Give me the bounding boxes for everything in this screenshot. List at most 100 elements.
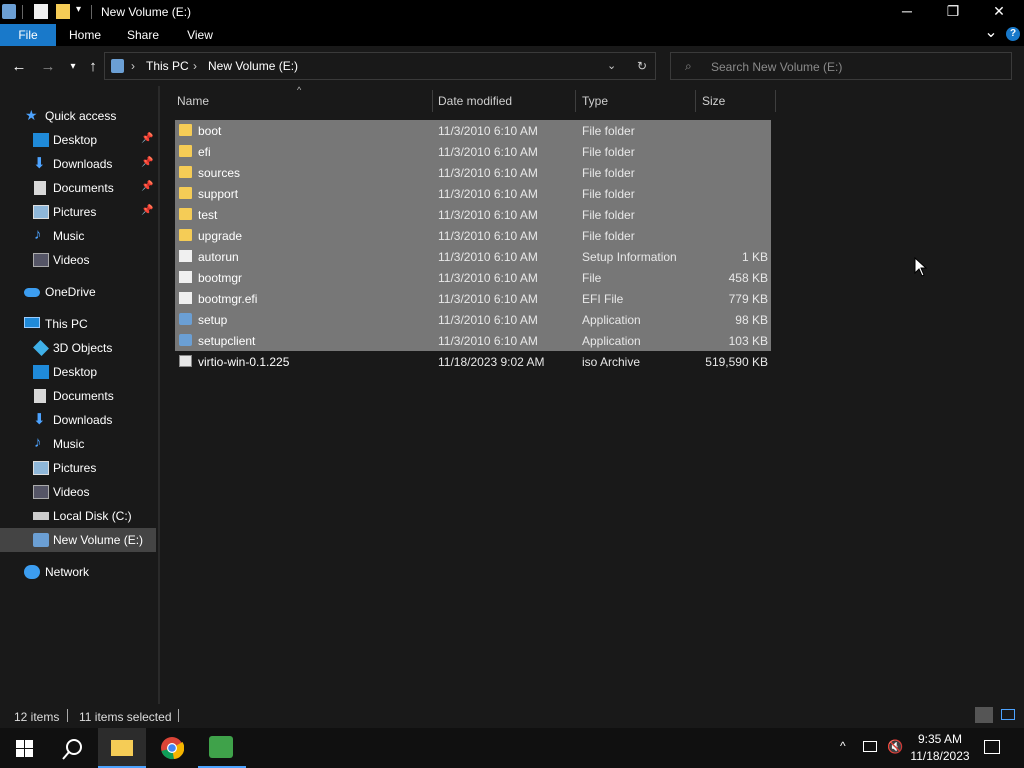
nav-label: Music [53, 437, 85, 451]
file-type: Application [582, 313, 641, 327]
file-row[interactable]: bootmgr.efi 11/3/2010 6:10 AM EFI File 779 … [175, 288, 771, 309]
help-icon[interactable]: ? [1006, 27, 1020, 41]
search-input[interactable]: Search New Volume (E:) [711, 60, 842, 74]
taskbar-file-explorer[interactable] [98, 728, 146, 768]
file-date-modified: 11/3/2010 6:10 AM [438, 166, 538, 180]
nav-quick-videos[interactable]: Videos [0, 248, 156, 272]
nav-network[interactable]: Network [0, 560, 156, 584]
tab-share[interactable]: Share [120, 24, 166, 46]
nav-pc-desktop[interactable]: Desktop [0, 360, 156, 384]
new-folder-icon[interactable] [56, 4, 70, 19]
nav-label: Music [53, 229, 85, 243]
clock-time[interactable]: 9:35 AM [916, 732, 964, 746]
nav-pc-documents[interactable]: Documents [0, 384, 156, 408]
file-date-modified: 11/3/2010 6:10 AM [438, 292, 538, 306]
file-icon [179, 271, 192, 283]
tab-file[interactable]: File [0, 24, 56, 46]
nav-label: Desktop [53, 365, 98, 379]
refresh-icon[interactable]: ↻ [637, 59, 647, 73]
nav-quick-pictures[interactable]: Pictures 📌 [0, 200, 156, 224]
address-dropdown-icon[interactable]: ⌄ [607, 59, 616, 72]
close-button[interactable]: ✕ [976, 0, 1022, 24]
column-header-type[interactable]: Type [582, 94, 608, 110]
ribbon-tabs: File Home Share View ⌄ ? [0, 24, 1024, 46]
customize-toolbar-icon[interactable]: ▾ [76, 4, 81, 15]
clock-date[interactable]: 11/18/2023 [910, 749, 970, 763]
properties-icon[interactable] [34, 4, 48, 19]
file-row[interactable]: efi 11/3/2010 6:10 AM File folder [175, 141, 771, 162]
file-row[interactable]: bootmgr 11/3/2010 6:10 AM File 458 KB [175, 267, 771, 288]
nav-onedrive[interactable]: OneDrive [0, 280, 156, 304]
file-type: Setup Information [582, 250, 677, 264]
file-row[interactable]: support 11/3/2010 6:10 AM File folder [175, 183, 771, 204]
pane-divider[interactable] [158, 86, 160, 704]
column-header-date[interactable]: Date modified [438, 94, 512, 110]
nav-pc-3d-objects[interactable]: 3D Objects [0, 336, 156, 360]
column-separator[interactable] [695, 90, 696, 112]
taskbar: ^ 🔇 9:35 AM 11/18/2023 [0, 728, 1024, 768]
file-row[interactable]: test 11/3/2010 6:10 AM File folder [175, 204, 771, 225]
nav-pc-music[interactable]: ♪ Music [0, 432, 156, 456]
file-size: 98 KB [735, 313, 768, 327]
up-arrow-icon[interactable]: ↑ [82, 56, 104, 78]
file-row[interactable]: setupclient 11/3/2010 6:10 AM Application 1… [175, 330, 771, 351]
cube-icon [33, 340, 49, 356]
taskbar-setup[interactable] [198, 728, 246, 768]
nav-pc-pictures[interactable]: Pictures [0, 456, 156, 480]
address-bar[interactable]: › This PC › New Volume (E:) ⌄ ↻ [104, 52, 656, 80]
taskbar-chrome[interactable] [148, 728, 196, 768]
search-box[interactable]: ⌕ Search New Volume (E:) [670, 52, 1012, 80]
nav-pc-local-disk[interactable]: Local Disk (C:) [0, 504, 156, 528]
column-header-name[interactable]: Name [177, 94, 209, 110]
file-row[interactable]: sources 11/3/2010 6:10 AM File folder [175, 162, 771, 183]
status-separator [178, 709, 179, 722]
column-separator[interactable] [575, 90, 576, 112]
breadcrumb-this-pc[interactable]: This PC [146, 59, 189, 73]
nav-pc-new-volume[interactable]: New Volume (E:) [0, 528, 156, 552]
restore-button[interactable]: ❐ [930, 0, 976, 24]
tab-home[interactable]: Home [62, 24, 108, 46]
tab-view[interactable]: View [178, 24, 222, 46]
search-icon[interactable] [62, 738, 84, 760]
file-row[interactable]: boot 11/3/2010 6:10 AM File folder [175, 120, 771, 141]
breadcrumb-separator[interactable]: › [193, 59, 197, 73]
breadcrumb-new-volume[interactable]: New Volume (E:) [208, 59, 298, 73]
breadcrumb-separator[interactable]: › [131, 59, 135, 73]
windows-start-icon[interactable] [16, 740, 33, 757]
nav-quick-access[interactable]: ★ Quick access [0, 104, 156, 128]
recent-locations-icon[interactable]: ▾ [62, 56, 84, 78]
column-separator[interactable] [775, 90, 776, 112]
file-row[interactable]: autorun 11/3/2010 6:10 AM Setup Informatio… [175, 246, 771, 267]
file-row[interactable]: upgrade 11/3/2010 6:10 AM File folder [175, 225, 771, 246]
large-icons-view-icon[interactable] [1001, 709, 1015, 720]
nav-label: Downloads [53, 413, 113, 427]
nav-this-pc[interactable]: This PC [0, 312, 156, 336]
nav-label: Network [45, 565, 90, 579]
file-row[interactable]: virtio-win-0.1.225 11/18/2023 9:02 AM iso … [175, 351, 771, 372]
nav-quick-downloads[interactable]: ⬇ Downloads 📌 [0, 152, 156, 176]
nav-pc-videos[interactable]: Videos [0, 480, 156, 504]
file-row[interactable]: setup 11/3/2010 6:10 AM Application 98 KB [175, 309, 771, 330]
nav-label: Quick access [45, 109, 117, 123]
pictures-icon [33, 205, 49, 219]
videos-icon [33, 485, 49, 499]
file-date-modified: 11/3/2010 6:10 AM [438, 229, 538, 243]
volume-muted-icon[interactable]: 🔇 [887, 739, 903, 755]
nav-quick-music[interactable]: ♪ Music [0, 224, 156, 248]
column-separator[interactable] [432, 90, 433, 112]
action-center-icon[interactable] [984, 740, 1000, 754]
minimize-button[interactable]: ─ [884, 0, 930, 24]
expand-ribbon-icon[interactable]: ⌄ [982, 24, 1000, 46]
column-header-size[interactable]: Size [702, 94, 725, 110]
nav-quick-documents[interactable]: Documents 📌 [0, 176, 156, 200]
details-view-icon[interactable] [975, 707, 993, 723]
nav-quick-desktop[interactable]: Desktop 📌 [0, 128, 156, 152]
file-size: 458 KB [728, 271, 768, 285]
nav-pc-downloads[interactable]: ⬇ Downloads [0, 408, 156, 432]
forward-arrow-icon[interactable]: → [37, 56, 59, 78]
documents-icon [34, 389, 46, 403]
back-arrow-icon[interactable]: ← [8, 56, 30, 78]
show-hidden-icons[interactable]: ^ [840, 739, 846, 753]
mouse-cursor-icon [914, 257, 928, 277]
network-status-icon[interactable] [863, 741, 877, 752]
